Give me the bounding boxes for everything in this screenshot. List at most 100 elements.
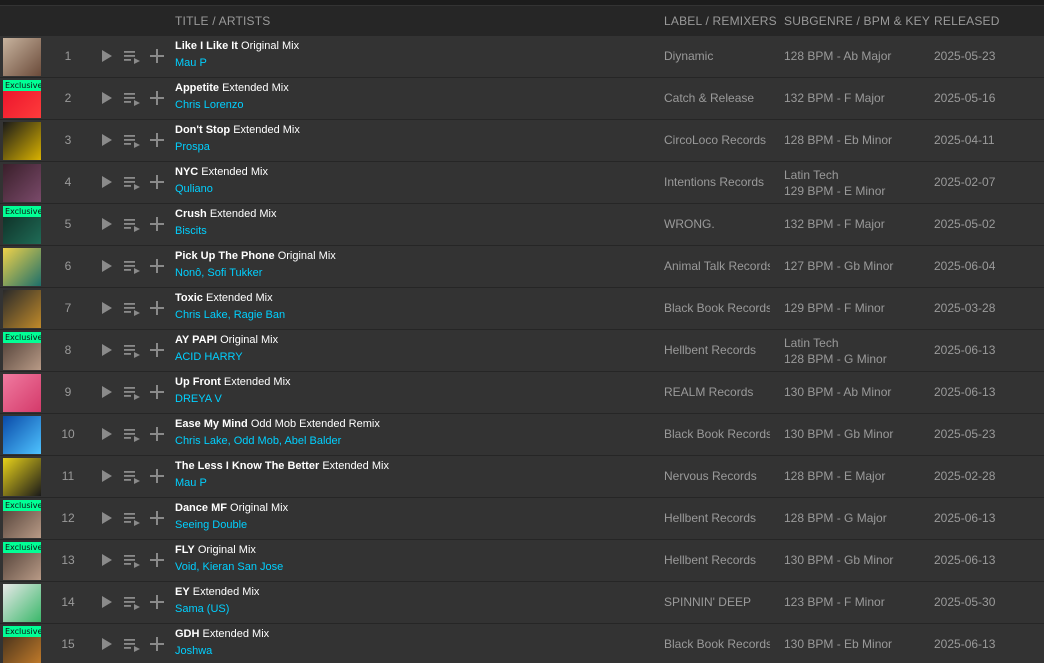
- add-to-playlist-icon[interactable]: [147, 634, 167, 654]
- table-row[interactable]: Exclusive 8 AY PAPI Original Mix ACID HARRY…: [0, 330, 1044, 372]
- track-artists[interactable]: Biscits: [175, 225, 207, 237]
- album-art-thumbnail[interactable]: [3, 248, 41, 286]
- add-to-playlist-icon[interactable]: [147, 130, 167, 150]
- track-artists[interactable]: Sama (US): [175, 603, 229, 615]
- track-label[interactable]: Animal Talk Records: [664, 259, 770, 273]
- add-to-queue-icon[interactable]: [122, 466, 142, 486]
- add-to-playlist-icon[interactable]: [147, 424, 167, 444]
- add-to-queue-icon[interactable]: [122, 88, 142, 108]
- play-icon[interactable]: [96, 424, 116, 444]
- album-art-thumbnail[interactable]: [3, 584, 41, 622]
- track-artists[interactable]: Prospa: [175, 141, 210, 153]
- album-art-thumbnail[interactable]: [3, 122, 41, 160]
- track-artists[interactable]: Chris Lake, Odd Mob, Abel Balder: [175, 435, 341, 447]
- track-title[interactable]: The Less I Know The Better Extended Mix: [175, 460, 389, 472]
- table-row[interactable]: 6 Pick Up The Phone Original Mix Nonô, Sof…: [0, 246, 1044, 288]
- add-to-queue-icon[interactable]: [122, 592, 142, 612]
- add-to-playlist-icon[interactable]: [147, 256, 167, 276]
- add-to-queue-icon[interactable]: [122, 130, 142, 150]
- play-icon[interactable]: [96, 634, 116, 654]
- play-icon[interactable]: [96, 88, 116, 108]
- table-row[interactable]: 7 Toxic Extended Mix Chris Lake, Ragie Ban…: [0, 288, 1044, 330]
- add-to-playlist-icon[interactable]: [147, 46, 167, 66]
- play-icon[interactable]: [96, 46, 116, 66]
- track-artists[interactable]: Mau P: [175, 477, 207, 489]
- album-art-thumbnail[interactable]: Exclusive: [3, 206, 41, 244]
- play-icon[interactable]: [96, 340, 116, 360]
- add-to-playlist-icon[interactable]: [147, 592, 167, 612]
- album-art-thumbnail[interactable]: [3, 164, 41, 202]
- add-to-queue-icon[interactable]: [122, 550, 142, 570]
- play-icon[interactable]: [96, 466, 116, 486]
- table-row[interactable]: 11 The Less I Know The Better Extended Mi…: [0, 456, 1044, 498]
- play-icon[interactable]: [96, 256, 116, 276]
- album-art-thumbnail[interactable]: Exclusive: [3, 332, 41, 370]
- add-to-playlist-icon[interactable]: [147, 550, 167, 570]
- play-icon[interactable]: [96, 172, 116, 192]
- play-icon[interactable]: [96, 592, 116, 612]
- table-row[interactable]: 1 Like I Like It Original Mix Mau P Diynami…: [0, 36, 1044, 78]
- track-label[interactable]: Hellbent Records: [664, 343, 770, 357]
- track-artists[interactable]: Quliano: [175, 183, 213, 195]
- track-artists[interactable]: Void, Kieran San Jose: [175, 561, 283, 573]
- add-to-queue-icon[interactable]: [122, 172, 142, 192]
- table-row[interactable]: Exclusive 2 Appetite Extended Mix Chris Lor…: [0, 78, 1044, 120]
- track-label[interactable]: SPINNIN' DEEP: [664, 595, 770, 609]
- add-to-playlist-icon[interactable]: [147, 340, 167, 360]
- track-label[interactable]: Black Book Records: [664, 427, 770, 441]
- track-subgenre[interactable]: Latin Tech: [784, 335, 887, 351]
- album-art-thumbnail[interactable]: [3, 290, 41, 328]
- play-icon[interactable]: [96, 550, 116, 570]
- track-title[interactable]: Up Front Extended Mix: [175, 376, 291, 388]
- track-label[interactable]: Catch & Release: [664, 91, 770, 105]
- track-title[interactable]: EY Extended Mix: [175, 586, 259, 598]
- track-label[interactable]: Diynamic: [664, 49, 770, 63]
- add-to-queue-icon[interactable]: [122, 298, 142, 318]
- header-title-artists[interactable]: TITLE / ARTISTS: [175, 14, 270, 28]
- add-to-queue-icon[interactable]: [122, 382, 142, 402]
- track-artists[interactable]: Seeing Double: [175, 519, 247, 531]
- track-label[interactable]: REALM Records: [664, 385, 770, 399]
- track-title[interactable]: GDH Extended Mix: [175, 628, 269, 640]
- add-to-queue-icon[interactable]: [122, 46, 142, 66]
- track-label[interactable]: Nervous Records: [664, 469, 770, 483]
- header-label-remixers[interactable]: LABEL / REMIXERS: [664, 14, 777, 28]
- table-row[interactable]: 4 NYC Extended Mix Quliano Intentions Recor…: [0, 162, 1044, 204]
- add-to-queue-icon[interactable]: [122, 214, 142, 234]
- add-to-playlist-icon[interactable]: [147, 466, 167, 486]
- album-art-thumbnail[interactable]: Exclusive: [3, 80, 41, 118]
- table-row[interactable]: Exclusive 5 Crush Extended Mix Biscits WRONG…: [0, 204, 1044, 246]
- track-title[interactable]: Ease My Mind Odd Mob Extended Remix: [175, 418, 380, 430]
- table-row[interactable]: 10 Ease My Mind Odd Mob Extended Remix Chr…: [0, 414, 1044, 456]
- play-icon[interactable]: [96, 382, 116, 402]
- add-to-playlist-icon[interactable]: [147, 382, 167, 402]
- add-to-queue-icon[interactable]: [122, 256, 142, 276]
- track-title[interactable]: Toxic Extended Mix: [175, 292, 273, 304]
- album-art-thumbnail[interactable]: [3, 38, 41, 76]
- add-to-queue-icon[interactable]: [122, 508, 142, 528]
- table-row[interactable]: 14 EY Extended Mix Sama (US) SPINNIN' DEEP 1…: [0, 582, 1044, 624]
- play-icon[interactable]: [96, 298, 116, 318]
- add-to-queue-icon[interactable]: [122, 340, 142, 360]
- track-title[interactable]: Like I Like It Original Mix: [175, 40, 299, 52]
- header-released[interactable]: RELEASED: [934, 14, 1000, 28]
- add-to-queue-icon[interactable]: [122, 424, 142, 444]
- play-icon[interactable]: [96, 214, 116, 234]
- table-row[interactable]: 3 Don't Stop Extended Mix Prospa CircoLoco …: [0, 120, 1044, 162]
- track-label[interactable]: Intentions Records: [664, 175, 770, 189]
- track-label[interactable]: Hellbent Records: [664, 511, 770, 525]
- track-title[interactable]: Pick Up The Phone Original Mix: [175, 250, 336, 262]
- table-row[interactable]: Exclusive 12 Dance MF Original Mix Seeing D…: [0, 498, 1044, 540]
- table-row[interactable]: Exclusive 13 FLY Original Mix Void, Kieran …: [0, 540, 1044, 582]
- track-artists[interactable]: Joshwa: [175, 645, 212, 657]
- track-artists[interactable]: Chris Lorenzo: [175, 99, 243, 111]
- track-artists[interactable]: Nonô, Sofi Tukker: [175, 267, 262, 279]
- album-art-thumbnail[interactable]: [3, 374, 41, 412]
- album-art-thumbnail[interactable]: [3, 458, 41, 496]
- track-title[interactable]: Appetite Extended Mix: [175, 82, 289, 94]
- album-art-thumbnail[interactable]: Exclusive: [3, 626, 41, 663]
- track-label[interactable]: WRONG.: [664, 217, 770, 231]
- track-subgenre[interactable]: Latin Tech: [784, 167, 885, 183]
- track-label[interactable]: CircoLoco Records: [664, 133, 770, 147]
- add-to-queue-icon[interactable]: [122, 634, 142, 654]
